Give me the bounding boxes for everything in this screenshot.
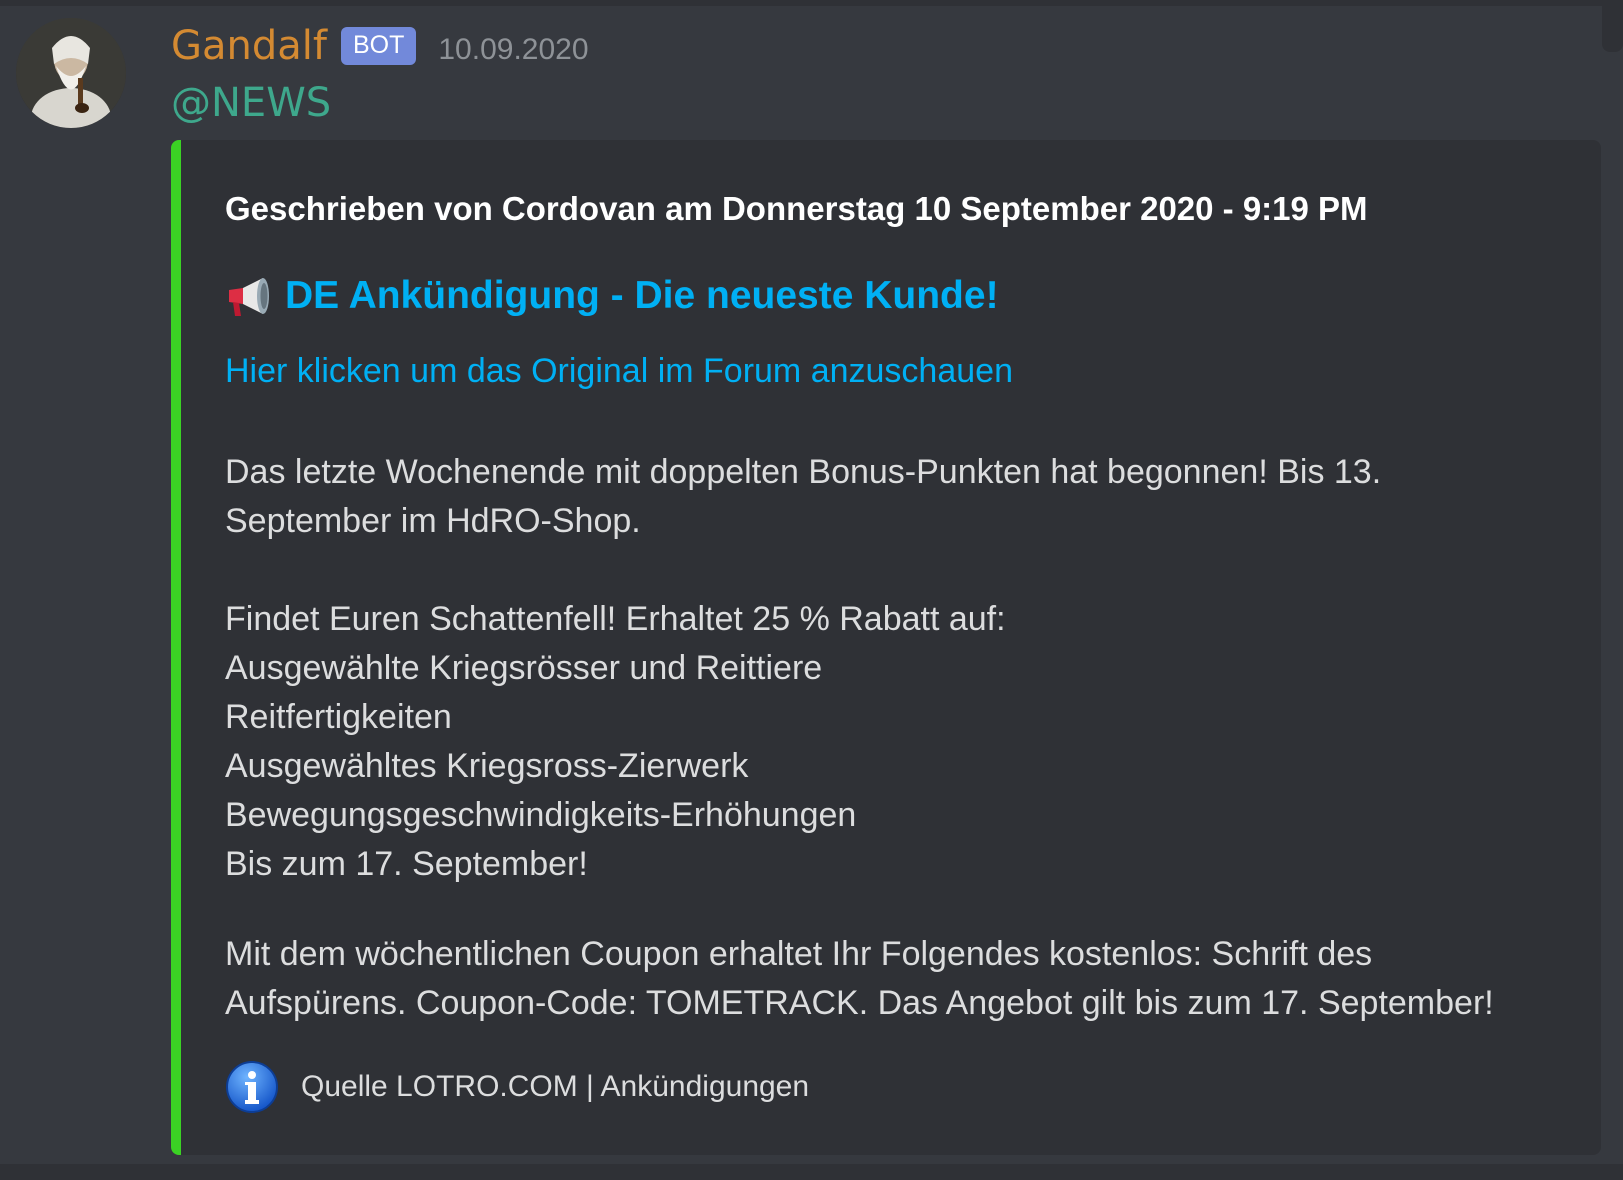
forum-link[interactable]: Hier klicken um das Original im Forum an… — [225, 352, 1013, 391]
text-line: Reitfertigkeiten — [225, 698, 452, 736]
text-line: Bis zum 17. September! — [225, 845, 588, 883]
text-line: Das letzte Wochenende mit doppelten Bonu… — [225, 453, 1382, 491]
footer-text: Quelle LOTRO.COM | Ankündigungen — [301, 1070, 810, 1103]
text-line: Findet Euren Schattenfell! Erhaltet 25 %… — [225, 600, 1006, 638]
embed-title-text: DE Ankündigung - Die neueste Kunde! — [285, 274, 999, 317]
text-line: Bewegungsgeschwindigkeits-Erhöhungen — [225, 796, 857, 834]
role-mention[interactable]: @NEWS — [171, 80, 331, 126]
text-line: Aufspürens. Coupon-Code: TOMETRACK. Das … — [225, 984, 1494, 1022]
embed-footer: Quelle LOTRO.COM | Ankündigungen — [225, 1060, 809, 1114]
bot-badge: BOT — [340, 27, 417, 65]
username[interactable]: Gandalf — [171, 26, 327, 66]
embed-author: Geschrieben von Cordovan am Donnerstag 1… — [225, 190, 1368, 227]
avatar-image — [16, 18, 126, 128]
text-line: Ausgewählte Kriegsrösser und Reittiere — [225, 649, 823, 687]
top-divider — [0, 0, 1623, 6]
bottom-divider — [0, 1164, 1623, 1180]
gandalf-avatar[interactable] — [16, 18, 126, 128]
rich-embed: Geschrieben von Cordovan am Donnerstag 1… — [171, 140, 1601, 1155]
text-line: Ausgewähltes Kriegsross-Zierwerk — [225, 747, 749, 785]
scrollbar[interactable] — [1602, 6, 1623, 52]
timestamp[interactable]: 10.09.2020 — [438, 33, 588, 67]
info-icon — [226, 1061, 278, 1113]
embed-paragraph-3: Mit dem wöchentlichen Coupon erhaltet Ih… — [225, 930, 1575, 1028]
chat-view: Gandalf BOT 10.09.2020 @NEWS Geschrieben… — [0, 0, 1623, 1180]
embed-paragraph-2: Findet Euren Schattenfell! Erhaltet 25 %… — [225, 595, 1575, 889]
message-header: Gandalf BOT 10.09.2020 — [171, 18, 589, 74]
embed-title[interactable]: DE Ankündigung - Die neueste Kunde! — [225, 272, 999, 320]
text-line: Mit dem wöchentlichen Coupon erhaltet Ih… — [225, 935, 1373, 973]
embed-paragraph-1: Das letzte Wochenende mit doppelten Bonu… — [225, 448, 1575, 546]
text-line: September im HdRO-Shop. — [225, 502, 641, 540]
megaphone-icon — [229, 278, 269, 316]
